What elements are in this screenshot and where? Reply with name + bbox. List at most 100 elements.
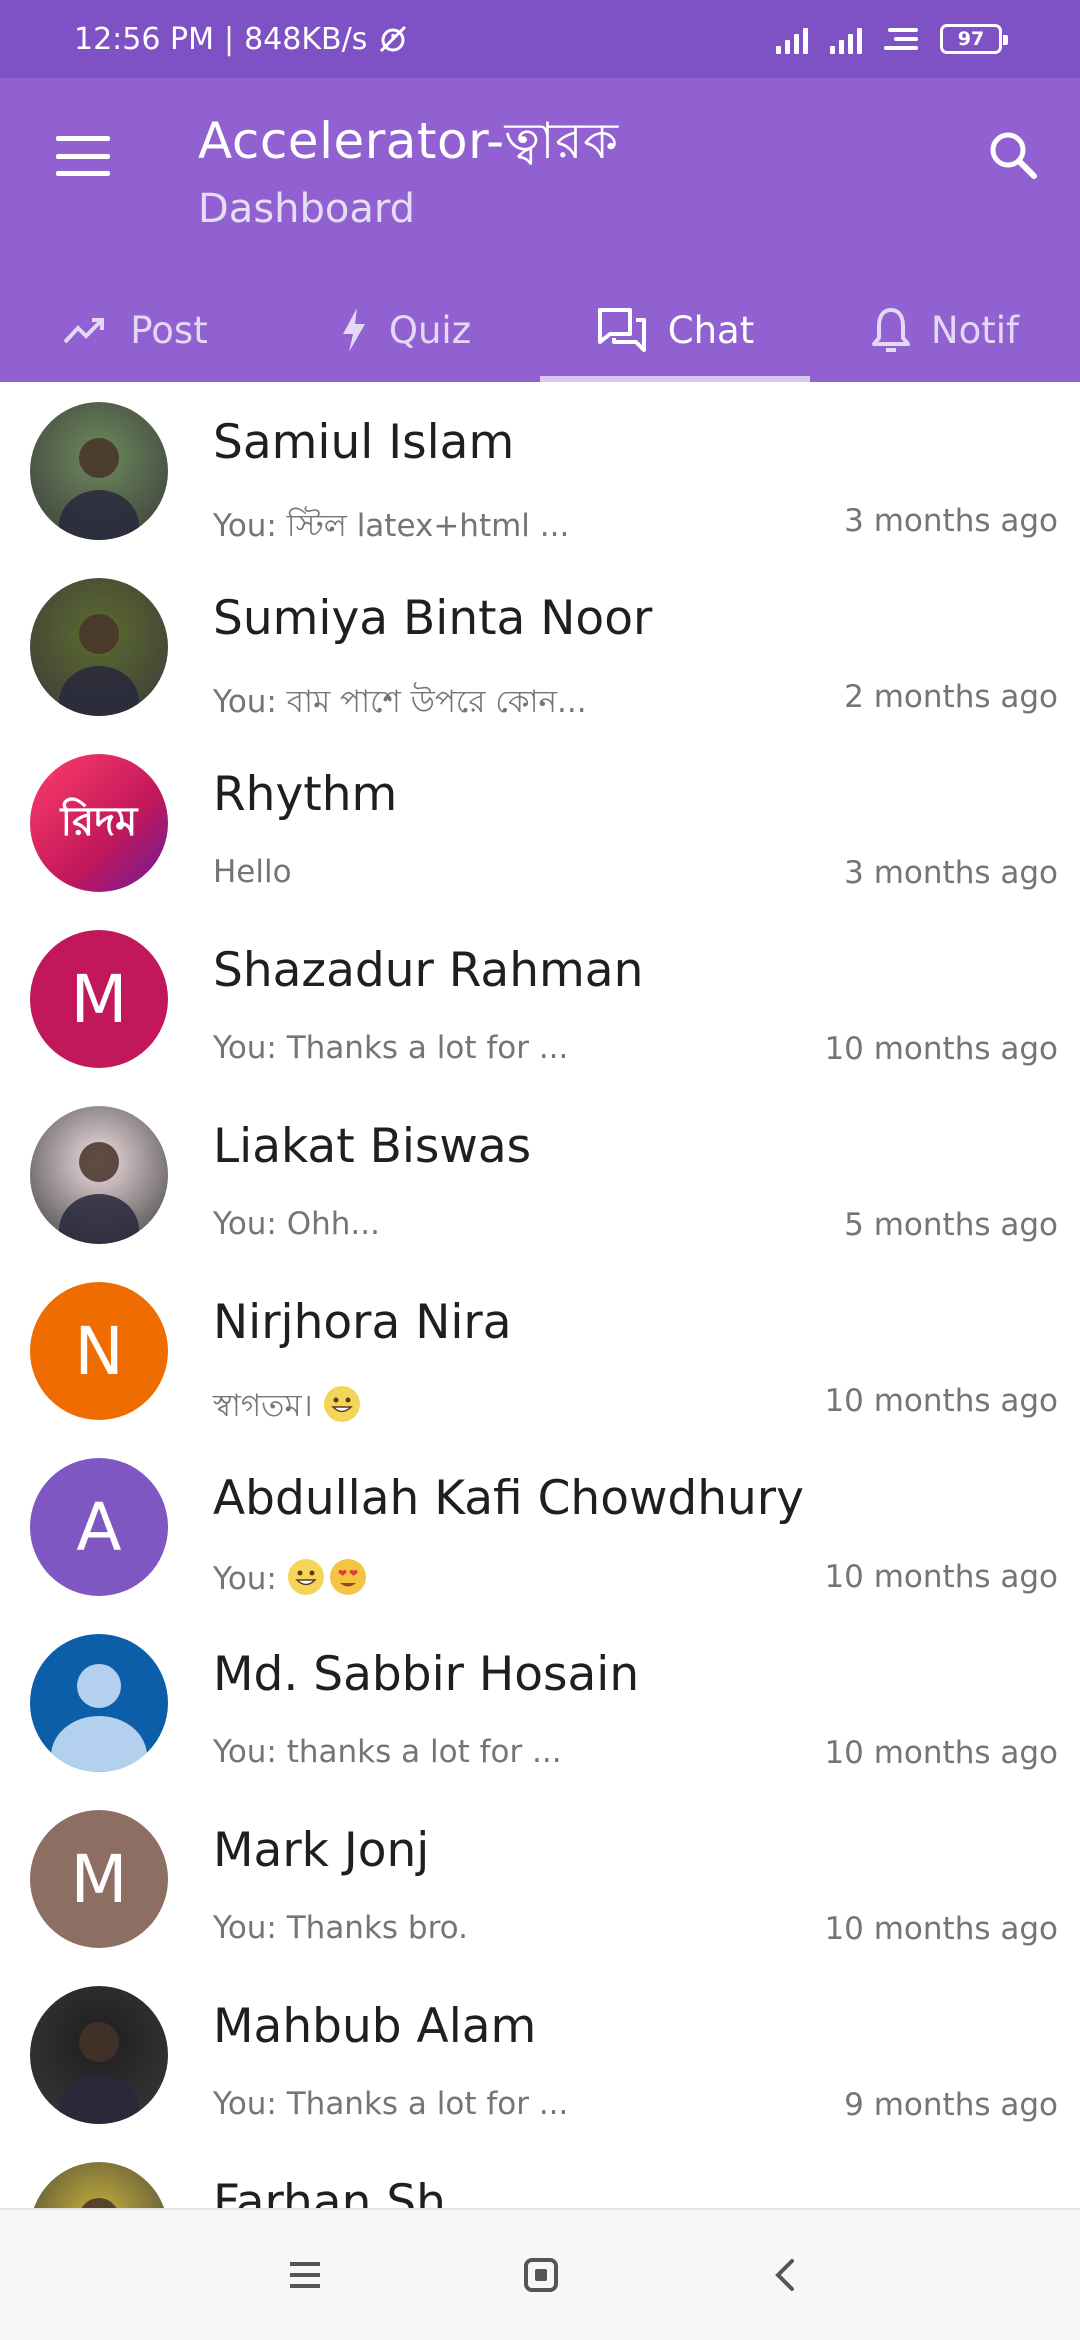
signal-icon xyxy=(776,24,808,54)
network-speed: 848KB/s xyxy=(244,21,368,57)
profile-photo xyxy=(59,2022,139,2124)
avatar-letter: N xyxy=(74,1312,124,1390)
chat-list-item[interactable]: N Nirjhora Nira স্বাগতম। 10 months ago xyxy=(0,1262,1080,1438)
battery-icon: 97 xyxy=(940,24,1008,54)
tab-quiz[interactable]: Quiz xyxy=(270,278,540,382)
message-time: 5 months ago xyxy=(844,1207,1058,1243)
avatar[interactable] xyxy=(30,2162,168,2208)
chat-list-item[interactable]: M Shazadur Rahman You: Thanks a lot for ..… xyxy=(0,910,1080,1086)
battery-level: 97 xyxy=(957,28,985,50)
status-time: 12:56 PM xyxy=(74,21,214,57)
avatar[interactable] xyxy=(30,1986,168,2124)
tab-label: Quiz xyxy=(388,308,472,352)
status-separator: | xyxy=(223,21,235,57)
avatar[interactable] xyxy=(30,578,168,716)
status-left: 12:56 PM | 848KB/s xyxy=(74,22,409,57)
message-time: 3 months ago xyxy=(844,503,1058,539)
tab-post[interactable]: Post xyxy=(0,278,270,382)
avatar[interactable]: রিদম xyxy=(30,754,168,892)
profile-photo xyxy=(81,2198,117,2208)
system-nav-bar xyxy=(0,2208,1080,2340)
avatar[interactable] xyxy=(30,1634,168,1772)
tab-bar: Post Quiz Chat Notif xyxy=(0,278,1080,382)
svg-text:❤: ❤ xyxy=(349,1567,358,1580)
chat-list-item[interactable]: রিদম Rhythm Hello 3 months ago xyxy=(0,734,1080,910)
avatar[interactable]: A xyxy=(30,1458,168,1596)
status-right: 97 xyxy=(776,24,1008,54)
menu-lines-icon xyxy=(290,2262,320,2288)
avatar-logo-text: রিদম xyxy=(60,798,138,845)
tab-label: Notif xyxy=(930,308,1020,352)
preview-text: You: xyxy=(213,1561,277,1597)
contact-name: Shazadur Rahman xyxy=(213,943,644,998)
grin-emoji-icon xyxy=(287,1558,325,1596)
contact-name: Farhan Sh... xyxy=(213,2175,491,2208)
preview-text: Hello xyxy=(213,854,292,890)
message-time: 3 months ago xyxy=(844,855,1058,891)
heart-eyes-emoji-icon: ❤ ❤ xyxy=(329,1558,367,1596)
message-preview: You: Ohh... xyxy=(213,1206,380,1242)
back-button[interactable] xyxy=(760,2250,810,2300)
chat-list-item[interactable]: Samiul Islam You: স্টিল latex+html ... 3 m… xyxy=(0,382,1080,558)
preview-text: You: Ohh... xyxy=(213,1206,380,1242)
message-preview: You: Thanks a lot for ... xyxy=(213,2086,568,2122)
preview-text: You: Thanks a lot for ... xyxy=(213,1030,569,1066)
avatar[interactable] xyxy=(30,402,168,540)
chat-list-item[interactable]: Md. Sabbir Hosain You: thanks a lot for .… xyxy=(0,1614,1080,1790)
tab-notif[interactable]: Notif xyxy=(810,278,1080,382)
message-preview: You: স্টিল latex+html ... xyxy=(213,502,569,554)
contact-name: Nirjhora Nira xyxy=(213,1295,512,1350)
app-header: Accelerator-ত্বারক Dashboard Post Quiz C… xyxy=(0,78,1080,382)
contact-name: Sumiya Binta Noor xyxy=(213,591,653,646)
message-time: 10 months ago xyxy=(824,1559,1058,1595)
page-subtitle: Dashboard xyxy=(198,186,416,232)
message-preview: স্বাগতম। xyxy=(213,1382,365,1434)
svg-text:❤: ❤ xyxy=(338,1567,347,1580)
contact-name: Mahbub Alam xyxy=(213,1999,537,2054)
avatar-letter: A xyxy=(76,1488,122,1566)
avatar[interactable] xyxy=(30,1106,168,1244)
tab-chat[interactable]: Chat xyxy=(540,278,810,382)
chat-list-item[interactable]: Sumiya Binta Noor You: বাম পাশে উপরে কোন.… xyxy=(0,558,1080,734)
tab-label: Post xyxy=(130,308,208,352)
avatar-letter: M xyxy=(70,1840,128,1918)
message-preview: You: বাম পাশে উপরে কোন... xyxy=(213,678,587,730)
profile-photo xyxy=(59,1142,139,1244)
contact-name: Rhythm xyxy=(213,767,398,822)
tab-label: Chat xyxy=(667,308,755,352)
default-user-icon xyxy=(51,1664,147,1772)
trending-icon xyxy=(63,318,105,344)
preview-text: You: thanks a lot for ... xyxy=(213,1734,562,1770)
message-time: 10 months ago xyxy=(824,1031,1058,1067)
contact-name: Md. Sabbir Hosain xyxy=(213,1647,640,1702)
chat-list-item[interactable]: Liakat Biswas You: Ohh... 5 months ago xyxy=(0,1086,1080,1262)
chat-list-item[interactable]: Mahbub Alam You: Thanks a lot for ... 9 mo… xyxy=(0,1966,1080,2142)
signal-icon-2 xyxy=(830,24,862,54)
contact-name: Liakat Biswas xyxy=(213,1119,532,1174)
lightning-icon xyxy=(342,308,365,352)
app-title: Accelerator-ত্বারক xyxy=(198,112,619,170)
chat-list-item[interactable]: A Abdullah Kafi Chowdhury You: ❤ ❤ 10 months … xyxy=(0,1438,1080,1614)
message-time: 9 months ago xyxy=(844,2087,1058,2123)
chat-list-item[interactable]: M Mark Jonj You: Thanks bro. 10 months ago xyxy=(0,1790,1080,1966)
contact-name: Abdullah Kafi Chowdhury xyxy=(213,1471,804,1526)
avatar-letter: M xyxy=(70,960,128,1038)
search-icon[interactable] xyxy=(984,126,1044,186)
message-time: 10 months ago xyxy=(824,1735,1058,1771)
wifi-icon xyxy=(884,28,918,50)
message-preview: You: thanks a lot for ... xyxy=(213,1734,562,1770)
recents-button[interactable] xyxy=(280,2250,330,2300)
avatar[interactable]: M xyxy=(30,930,168,1068)
contact-name: Mark Jonj xyxy=(213,1823,430,1878)
home-square-icon xyxy=(524,2258,558,2292)
avatar[interactable]: M xyxy=(30,1810,168,1948)
home-button[interactable] xyxy=(516,2250,566,2300)
menu-icon[interactable] xyxy=(56,136,110,176)
back-chevron-icon xyxy=(775,2259,794,2291)
alarm-off-icon xyxy=(380,25,407,53)
profile-photo xyxy=(59,438,139,540)
chat-list: Samiul Islam You: স্টিল latex+html ... 3 m… xyxy=(0,382,1080,2208)
preview-text: You: বাম পাশে উপরে কোন... xyxy=(213,684,587,720)
chat-list-item[interactable]: Farhan Sh... xyxy=(0,2142,1080,2208)
avatar[interactable]: N xyxy=(30,1282,168,1420)
